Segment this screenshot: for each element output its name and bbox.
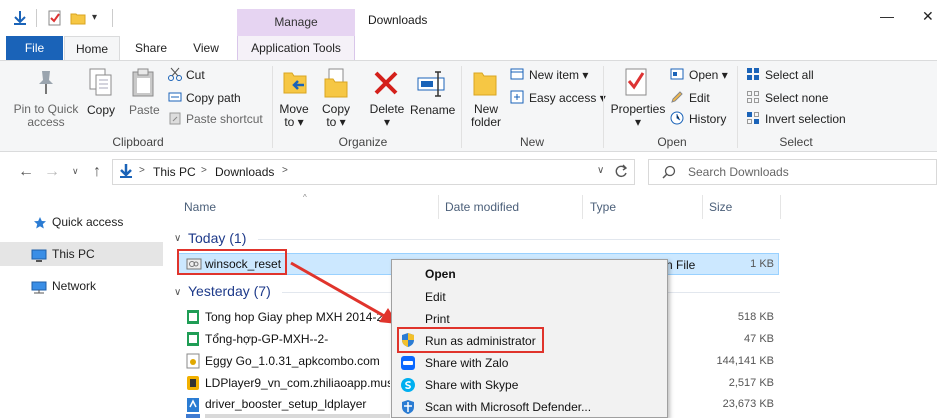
- file-explorer-window: ▾ Manage Downloads — ✕ File Home Share V…: [0, 0, 937, 418]
- context-menu-scan-with-defender[interactable]: Scan with Microsoft Defender...: [425, 400, 591, 414]
- context-menu-open[interactable]: Open: [425, 267, 456, 281]
- context-menu-print[interactable]: Print: [425, 312, 450, 326]
- skype-icon: [400, 377, 416, 393]
- zalo-icon: [400, 355, 416, 371]
- context-menu-share-with-skype[interactable]: Share with Skype: [425, 378, 518, 392]
- annotation-highlight-run-as-admin: [397, 327, 544, 353]
- context-menu-share-with-zalo[interactable]: Share with Zalo: [425, 356, 508, 370]
- defender-icon: [400, 399, 416, 415]
- context-menu-edit[interactable]: Edit: [425, 290, 446, 304]
